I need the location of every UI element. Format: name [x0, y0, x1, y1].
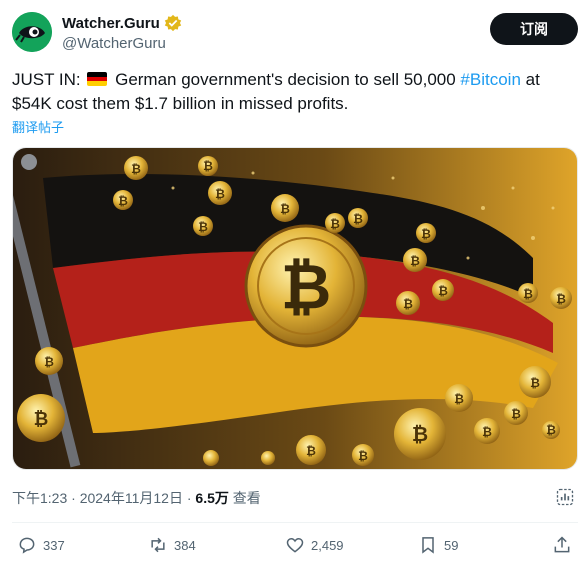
meta-separator-2: · [182, 490, 196, 506]
like-button[interactable]: 2,459 [285, 535, 344, 555]
divider [12, 522, 578, 523]
svg-text:₿: ₿ [215, 187, 225, 201]
svg-text:₿: ₿ [530, 376, 540, 390]
translate-link[interactable]: 翻译帖子 [12, 117, 64, 136]
reply-button[interactable]: 337 [17, 535, 65, 555]
svg-text:₿: ₿ [353, 212, 363, 226]
svg-text:₿: ₿ [198, 220, 208, 234]
handle[interactable]: @WatcherGuru [62, 35, 166, 52]
svg-text:₿: ₿ [280, 202, 290, 216]
views-label: 查看 [228, 490, 261, 506]
svg-text:₿: ₿ [438, 284, 448, 298]
repost-count: 384 [174, 537, 196, 553]
reply-count: 337 [43, 537, 65, 553]
svg-text:₿: ₿ [358, 449, 368, 463]
bookmark-count: 59 [444, 537, 459, 553]
svg-text:₿: ₿ [203, 159, 213, 173]
svg-text:₿: ₿ [281, 250, 332, 323]
svg-text:₿: ₿ [421, 227, 431, 241]
germany-flag-icon [87, 72, 108, 86]
tweet-text: JUST IN: German government's decision to… [12, 68, 574, 116]
svg-text:₿: ₿ [556, 292, 566, 306]
svg-text:₿: ₿ [330, 217, 340, 231]
tweet-text-main: German government's decision to sell 50,… [110, 70, 461, 89]
tweet-time[interactable]: 下午1:23 [12, 490, 67, 506]
eye-avatar-logo-icon [12, 12, 52, 52]
svg-text:₿: ₿ [511, 407, 521, 421]
svg-text:₿: ₿ [34, 409, 49, 430]
repost-button[interactable]: 384 [148, 535, 196, 555]
bitcoin-german-flag-image-icon: ₿ ₿ ₿ ₿ ₿ ₿ ₿ ₿ ₿ ₿ ₿ ₿ ₿ ₿ ₿ ₿ ₿ ₿ ₿ ₿ … [13, 148, 577, 469]
verified-badge-icon[interactable] [164, 14, 182, 32]
name-row: Watcher.Guru [62, 14, 182, 32]
svg-text:₿: ₿ [523, 287, 533, 301]
display-name[interactable]: Watcher.Guru [62, 15, 160, 32]
avatar[interactable] [12, 12, 52, 52]
svg-text:₿: ₿ [454, 392, 464, 406]
analytics-icon[interactable] [555, 487, 575, 507]
tweet-date[interactable]: 2024年11月12日 [80, 490, 183, 506]
like-count: 2,459 [311, 537, 344, 553]
svg-text:₿: ₿ [412, 422, 428, 446]
heart-icon [286, 537, 304, 553]
svg-text:₿: ₿ [410, 254, 420, 268]
meta-separator: · [67, 490, 80, 506]
svg-text:₿: ₿ [546, 423, 556, 437]
svg-text:₿: ₿ [403, 297, 413, 311]
svg-text:₿: ₿ [482, 425, 492, 439]
svg-text:₿: ₿ [118, 194, 128, 208]
tweet-meta: 下午1:23 · 2024年11月12日 · 6.5万 查看 [12, 488, 261, 508]
tweet-media-image[interactable]: ₿ ₿ ₿ ₿ ₿ ₿ ₿ ₿ ₿ ₿ ₿ ₿ ₿ ₿ ₿ ₿ ₿ ₿ ₿ ₿ … [12, 147, 578, 470]
svg-text:₿: ₿ [306, 444, 316, 458]
reply-icon [19, 537, 35, 554]
svg-text:₿: ₿ [131, 162, 141, 176]
action-bar: 337 384 2,459 59 [0, 535, 587, 563]
follow-button[interactable]: 订阅 [490, 13, 578, 45]
repost-icon [151, 537, 165, 553]
views-count: 6.5万 [195, 490, 229, 506]
hashtag-link[interactable]: #Bitcoin [460, 70, 520, 89]
bookmark-button[interactable]: 59 [418, 535, 458, 555]
svg-text:₿: ₿ [44, 355, 54, 369]
share-icon [554, 536, 570, 553]
share-button[interactable] [552, 535, 572, 555]
tweet-text-prefix: JUST IN: [12, 70, 86, 89]
tweet-header: Watcher.Guru @WatcherGuru 订阅 [12, 12, 578, 56]
bookmark-icon [422, 537, 434, 554]
